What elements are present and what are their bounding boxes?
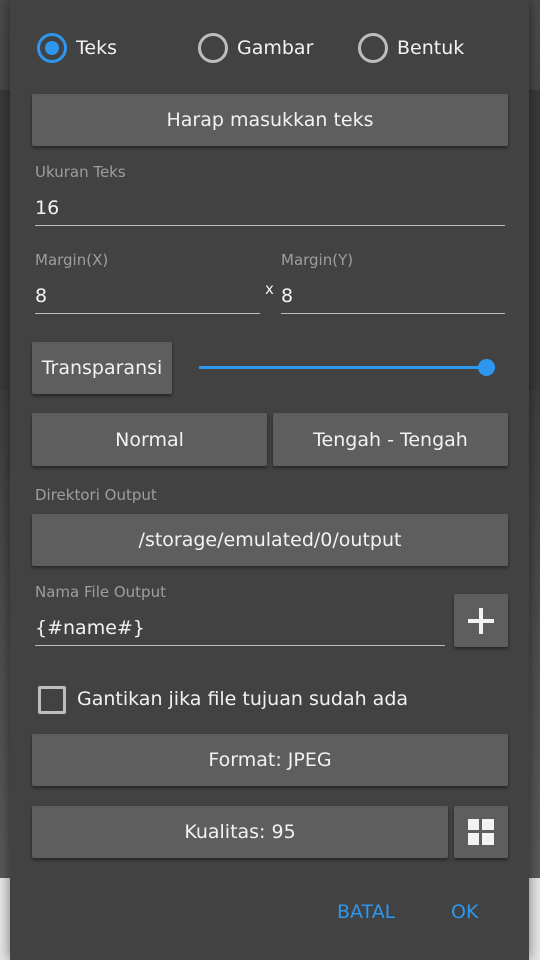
overwrite-label: Gantikan jika file tujuan sudah ada <box>77 688 409 710</box>
radio-text[interactable]: Teks <box>37 30 117 66</box>
ok-button[interactable]: OK <box>451 901 478 923</box>
radio-shape-indicator <box>358 33 388 63</box>
output-name-underline <box>35 645 445 646</box>
radio-text-indicator <box>37 33 67 63</box>
radio-shape[interactable]: Bentuk <box>358 30 464 66</box>
margin-y-underline <box>281 313 505 314</box>
plus-icon <box>468 607 494 634</box>
margin-separator: x <box>265 280 274 298</box>
position-button[interactable]: Tengah - Tengah <box>273 413 508 466</box>
margin-x-label: Margin(X) <box>35 251 109 269</box>
output-name-input[interactable]: {#name#} <box>35 617 145 639</box>
transparency-button[interactable]: Transparansi <box>32 342 172 394</box>
transparency-slider[interactable] <box>199 366 486 369</box>
cancel-button[interactable]: BATAL <box>337 901 395 923</box>
radio-text-label: Teks <box>76 37 117 59</box>
radio-image-indicator <box>198 33 228 63</box>
radio-image[interactable]: Gambar <box>198 30 313 66</box>
output-name-label: Nama File Output <box>35 583 166 601</box>
output-dir-button[interactable]: /storage/emulated/0/output <box>32 514 508 566</box>
radio-image-label: Gambar <box>237 37 314 59</box>
blend-mode-button[interactable]: Normal <box>32 413 267 466</box>
overwrite-checkbox[interactable] <box>38 686 66 714</box>
quality-grid-button[interactable] <box>454 806 508 858</box>
add-variable-button[interactable] <box>454 594 508 647</box>
background-image-right <box>529 90 540 390</box>
transparency-slider-thumb[interactable] <box>478 359 495 376</box>
mode-radio-group: Teks Gambar Bentuk <box>10 30 529 66</box>
text-size-underline <box>35 225 505 226</box>
text-size-input[interactable]: 16 <box>35 197 59 219</box>
watermark-dialog: Teks Gambar Bentuk Harap masukkan teks U… <box>10 0 529 960</box>
radio-shape-label: Bentuk <box>397 37 465 59</box>
quality-button[interactable]: Kualitas: 95 <box>32 806 448 858</box>
margin-y-label: Margin(Y) <box>281 251 354 269</box>
margin-x-underline <box>35 313 260 314</box>
text-size-label: Ukuran Teks <box>35 163 126 181</box>
enter-text-button[interactable]: Harap masukkan teks <box>32 94 508 146</box>
format-button[interactable]: Format: JPEG <box>32 734 508 786</box>
margin-x-input[interactable]: 8 <box>35 285 47 307</box>
margin-y-input[interactable]: 8 <box>281 285 293 307</box>
background-image-left <box>0 90 10 390</box>
grid-icon <box>468 819 494 845</box>
output-dir-label: Direktori Output <box>35 486 157 504</box>
